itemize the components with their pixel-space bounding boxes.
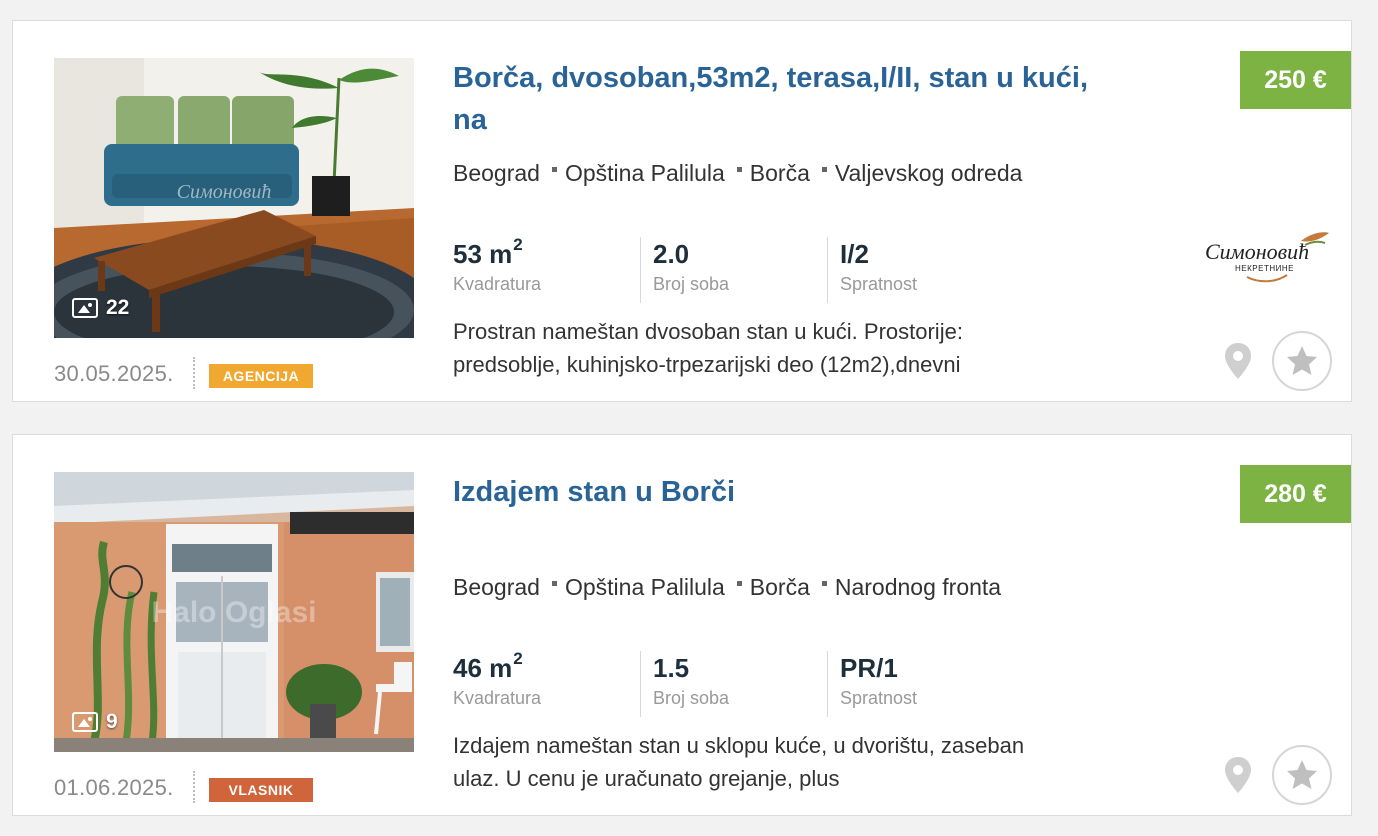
feature-rooms: 1.5 Broj soba xyxy=(640,651,827,717)
date-divider xyxy=(193,771,195,803)
gallery-icon xyxy=(72,712,98,732)
listing-date: 01.06.2025. xyxy=(54,775,174,800)
listing-photo[interactable]: Симоновић 22 xyxy=(54,58,414,338)
feature-value: 46 m xyxy=(453,653,513,683)
feature-label: Kvadratura xyxy=(453,274,542,294)
feature-rooms: 2.0 Broj soba xyxy=(640,237,827,303)
advertiser-badge: VLASNIK xyxy=(209,778,313,802)
feature-value: I/2 xyxy=(840,239,869,269)
location-municipality[interactable]: Opština Palilula xyxy=(565,160,725,186)
feature-value: 2.0 xyxy=(653,239,690,269)
separator-dot xyxy=(736,167,742,173)
favorite-button[interactable] xyxy=(1272,745,1332,805)
feature-unit-exponent: 2 xyxy=(513,235,523,254)
separator-dot xyxy=(821,581,827,587)
price-tag: 280 € xyxy=(1240,465,1351,523)
feature-floor: PR/1 Spratnost xyxy=(827,651,1014,717)
listing-card[interactable]: Halo Oglasi 9 01.06.2025. VLASNIK Izdaje… xyxy=(12,434,1352,816)
location-city[interactable]: Beograd xyxy=(453,160,540,186)
feature-label: Spratnost xyxy=(840,274,918,294)
feature-value: PR/1 xyxy=(840,653,898,683)
feature-label: Kvadratura xyxy=(453,688,542,708)
location-street[interactable]: Valjevskog odreda xyxy=(835,160,1023,186)
agency-logo-subtext: НЕКРЕТНИНЕ xyxy=(1235,264,1294,273)
feature-value: 53 m xyxy=(453,239,513,269)
agency-logo-text: Симоновић xyxy=(1205,239,1309,264)
feature-area: 53 m2 Kvadratura xyxy=(453,235,640,303)
location-breadcrumb: Beograd Opština Palilula Borča Valjevskog o… xyxy=(453,155,1073,191)
map-pin-icon[interactable] xyxy=(1223,341,1253,381)
feature-label: Broj soba xyxy=(653,688,730,708)
listing-description: Prostran nameštan dvosoban stan u kući. … xyxy=(453,319,963,377)
feature-unit-exponent: 2 xyxy=(513,649,523,668)
date-divider xyxy=(193,357,195,389)
location-street[interactable]: Narodnog fronta xyxy=(835,574,1001,600)
star-icon xyxy=(1287,346,1317,375)
star-icon xyxy=(1287,760,1317,789)
photo-count-value: 22 xyxy=(106,296,130,319)
price-tag: 250 € xyxy=(1240,51,1351,109)
watermark: Симоновић xyxy=(177,181,272,203)
gallery-icon xyxy=(72,298,98,318)
features-row: 53 m2 Kvadratura 2.0 Broj soba I/2 Sprat… xyxy=(453,235,1014,303)
location-city[interactable]: Beograd xyxy=(453,574,540,600)
separator-dot xyxy=(736,581,742,587)
listing-photo[interactable]: Halo Oglasi 9 xyxy=(54,472,414,752)
feature-value: 1.5 xyxy=(653,653,690,683)
feature-label: Spratnost xyxy=(840,688,918,708)
favorite-button[interactable] xyxy=(1272,331,1332,391)
watermark: Halo Oglasi xyxy=(151,596,316,629)
feature-area: 46 m2 Kvadratura xyxy=(453,649,640,717)
photo-count: 22 xyxy=(72,296,129,320)
listing-description: Izdajem nameštan stan u sklopu kuće, u d… xyxy=(453,733,1025,791)
photo-count: 9 xyxy=(72,710,118,734)
features-row: 46 m2 Kvadratura 1.5 Broj soba PR/1 Spra… xyxy=(453,649,1014,717)
agency-logo[interactable]: Симоновић НЕКРЕТНИНЕ xyxy=(1201,227,1331,287)
advertiser-badge: AGENCIJA xyxy=(209,364,313,388)
listing-card[interactable]: Симоновић 22 30.05.2025. AGENCIJA Borča,… xyxy=(12,20,1352,402)
location-municipality[interactable]: Opština Palilula xyxy=(565,574,725,600)
location-area[interactable]: Borča xyxy=(750,574,810,600)
feature-label: Broj soba xyxy=(653,274,730,294)
listing-title[interactable]: Borča, dvosoban,53m2, terasa,I/II, stan … xyxy=(453,57,1093,141)
feature-floor: I/2 Spratnost xyxy=(827,237,1014,303)
location-breadcrumb: Beograd Opština Palilula Borča Narodnog fro… xyxy=(453,569,1073,605)
separator-dot xyxy=(551,167,557,173)
listing-date: 30.05.2025. xyxy=(54,361,174,386)
separator-dot xyxy=(551,581,557,587)
photo-count-value: 9 xyxy=(106,710,118,733)
separator-dot xyxy=(821,167,827,173)
location-area[interactable]: Borča xyxy=(750,160,810,186)
listing-title[interactable]: Izdajem stan u Borči xyxy=(453,471,1093,513)
map-pin-icon[interactable] xyxy=(1223,755,1253,795)
